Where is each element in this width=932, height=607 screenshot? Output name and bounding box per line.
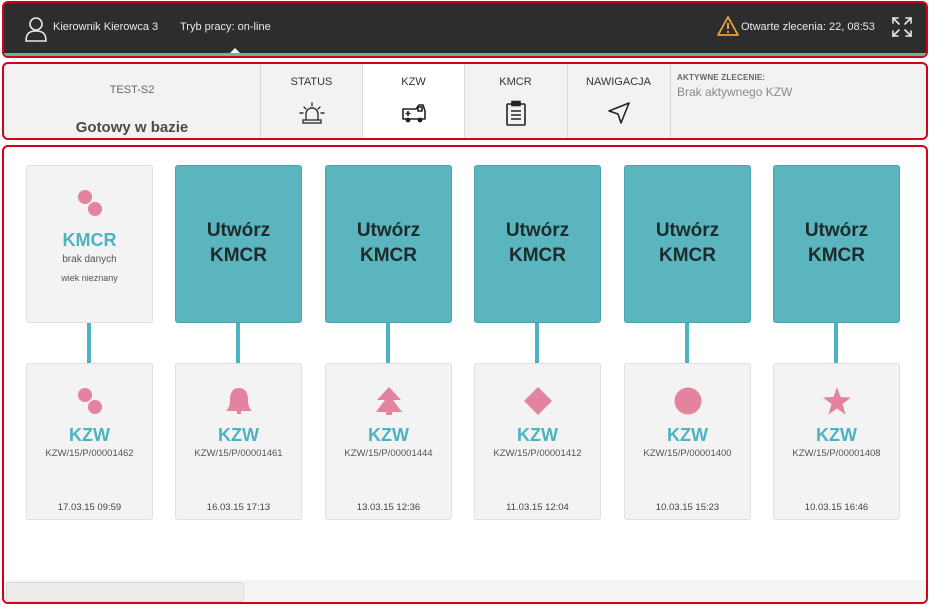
create-kmcr-text: Utwórz KMCR <box>326 218 451 268</box>
tab-label: NAWIGACJA <box>586 76 651 88</box>
star-icon <box>823 387 851 415</box>
card-connector <box>87 323 91 363</box>
active-order-panel: AKTYWNE ZLECENIE: Brak aktywnego KZW <box>670 64 926 138</box>
warning-icon[interactable] <box>717 16 739 36</box>
create-kmcr-button[interactable]: Utwórz KMCR <box>474 165 601 323</box>
tab-label: STATUS <box>290 76 333 88</box>
kzw-label: KZW <box>69 425 110 445</box>
kzw-number: KZW/15/P/00001461 <box>194 448 283 459</box>
user-icon[interactable] <box>24 16 48 42</box>
active-order-value: Brak aktywnego KZW <box>677 85 793 99</box>
kzw-card[interactable]: KZW KZW/15/P/00001444 13.03.15 12:36 <box>325 363 452 520</box>
kzw-label: KZW <box>816 425 857 445</box>
tab-kmcr[interactable]: KMCR <box>464 64 566 138</box>
kzw-label: KZW <box>368 425 409 445</box>
kzw-date: 17.03.15 09:59 <box>57 502 122 513</box>
kzw-number: KZW/15/P/00001408 <box>792 448 881 459</box>
clipboard-icon <box>506 100 526 126</box>
kmcr-no-data: brak danych <box>62 254 117 265</box>
kzw-card[interactable]: KZW KZW/15/P/00001462 17.03.15 09:59 <box>26 363 153 520</box>
tab-status[interactable]: STATUS <box>260 64 362 138</box>
create-kmcr-line1: Utwórz <box>505 220 570 241</box>
kzw-number: KZW/15/P/00001400 <box>643 448 732 459</box>
create-kmcr-line2: KMCR <box>808 245 865 266</box>
top-bar: Kierownik Kierowca 3 Tryb pracy: on-line… <box>2 1 928 58</box>
tab-label: KMCR <box>499 76 532 88</box>
create-kmcr-text: Utwórz KMCR <box>176 218 301 268</box>
kzw-date: 16.03.15 17:13 <box>206 502 271 513</box>
kzw-date: 10.03.15 16:46 <box>804 502 869 513</box>
create-kmcr-button[interactable]: Utwórz KMCR <box>175 165 302 323</box>
card-connector <box>535 323 539 363</box>
siren-icon <box>299 102 325 124</box>
circle-icon <box>674 387 702 415</box>
kmcr-age-unknown: wiek nieznany <box>61 273 118 283</box>
work-mode-label[interactable]: Tryb pracy: on-line <box>180 21 271 33</box>
create-kmcr-button[interactable]: Utwórz KMCR <box>624 165 751 323</box>
two-dots-icon <box>78 388 102 414</box>
kzw-card[interactable]: KZW KZW/15/P/00001412 11.03.15 12:04 <box>474 363 601 520</box>
kzw-card[interactable]: KZW KZW/15/P/00001461 16.03.15 17:13 <box>175 363 302 520</box>
create-kmcr-text: Utwórz KMCR <box>625 218 750 268</box>
kzw-label: KZW <box>667 425 708 445</box>
vehicle-panel: TEST-S2 Gotowy w bazie <box>4 64 260 138</box>
vehicle-status: Gotowy w bazie <box>75 119 189 136</box>
kzw-date: 13.03.15 12:36 <box>356 502 421 513</box>
order-column: Utwórz KMCR KZW KZW/15/P/00001461 16.03.… <box>175 147 302 587</box>
vehicle-id: TEST-S2 <box>109 84 155 96</box>
open-orders-label[interactable]: Otwarte zlecenia: 22, 08:53 <box>741 21 875 33</box>
create-kmcr-line1: Utwórz <box>804 220 869 241</box>
create-kmcr-text: Utwórz KMCR <box>774 218 899 268</box>
kzw-number: KZW/15/P/00001444 <box>344 448 433 459</box>
card-connector <box>834 323 838 363</box>
kzw-label: KZW <box>517 425 558 445</box>
order-column: KMCR brak danych wiek nieznany KZW KZW/1… <box>26 147 153 587</box>
active-order-title: AKTYWNE ZLECENIE: <box>677 73 766 82</box>
tab-label: KZW <box>401 76 426 88</box>
bell-icon <box>226 388 252 414</box>
card-connector <box>236 323 240 363</box>
scrollbar-thumb[interactable] <box>6 582 244 602</box>
tree-icon <box>376 387 402 415</box>
ambulance-icon <box>402 104 426 123</box>
order-column: Utwórz KMCR KZW KZW/15/P/00001412 11.03.… <box>474 147 601 587</box>
create-kmcr-line1: Utwórz <box>356 220 421 241</box>
card-connector <box>685 323 689 363</box>
online-indicator-line <box>4 53 926 56</box>
order-column: Utwórz KMCR KZW KZW/15/P/00001444 13.03.… <box>325 147 452 587</box>
create-kmcr-line2: KMCR <box>509 245 566 266</box>
kzw-date: 10.03.15 15:23 <box>655 502 720 513</box>
create-kmcr-line2: KMCR <box>659 245 716 266</box>
create-kmcr-button[interactable]: Utwórz KMCR <box>325 165 452 323</box>
create-kmcr-line1: Utwórz <box>206 220 271 241</box>
tab-kzw[interactable]: KZW <box>362 64 464 138</box>
kzw-label: KZW <box>218 425 259 445</box>
create-kmcr-text: Utwórz KMCR <box>475 218 600 268</box>
horizontal-scrollbar[interactable] <box>4 580 926 602</box>
create-kmcr-line1: Utwórz <box>655 220 720 241</box>
kmcr-label: KMCR <box>62 230 117 250</box>
fullscreen-icon[interactable] <box>891 16 913 38</box>
create-kmcr-line2: KMCR <box>210 245 267 266</box>
kzw-number: KZW/15/P/00001462 <box>45 448 134 459</box>
kzw-card[interactable]: KZW KZW/15/P/00001408 10.03.15 16:46 <box>773 363 900 520</box>
create-kmcr-line2: KMCR <box>360 245 417 266</box>
diamond-icon <box>524 387 552 415</box>
two-dots-icon <box>78 190 102 216</box>
order-column: Utwórz KMCR KZW KZW/15/P/00001400 10.03.… <box>624 147 751 587</box>
kzw-date: 11.03.15 12:04 <box>506 502 569 513</box>
kmcr-info-card[interactable]: KMCR brak danych wiek nieznany <box>26 165 153 323</box>
order-column: Utwórz KMCR KZW KZW/15/P/00001408 10.03.… <box>773 147 900 587</box>
card-connector <box>386 323 390 363</box>
orders-panel: KMCR brak danych wiek nieznany KZW KZW/1… <box>2 145 928 604</box>
tab-navigation[interactable]: NAWIGACJA <box>567 64 669 138</box>
status-tab-bar: TEST-S2 Gotowy w bazie STATUS KZW KMCR N… <box>2 62 928 140</box>
create-kmcr-button[interactable]: Utwórz KMCR <box>773 165 900 323</box>
kzw-card[interactable]: KZW KZW/15/P/00001400 10.03.15 15:23 <box>624 363 751 520</box>
kzw-number: KZW/15/P/00001412 <box>493 448 582 459</box>
user-name: Kierownik Kierowca 3 <box>53 21 159 33</box>
navigation-arrow-icon <box>608 102 630 124</box>
